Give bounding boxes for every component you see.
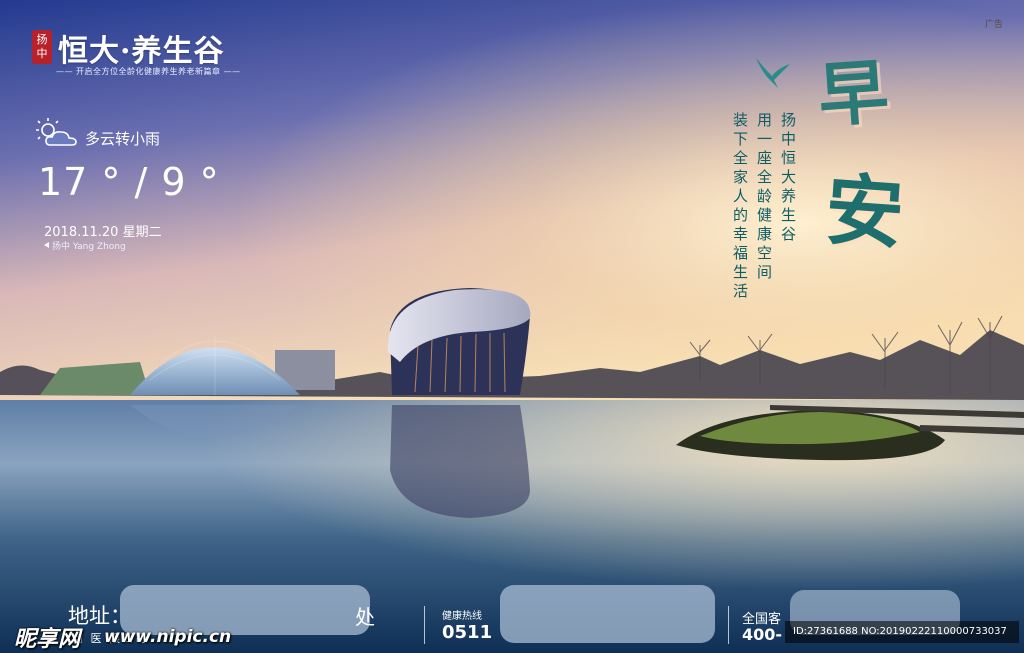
poem-line-1: 扬中恒大养生谷 [779,112,797,245]
greeting-char-morning: 早 [815,49,892,138]
hotline-label: 健康热线 [442,611,482,622]
national-service-number: 400- [742,625,783,644]
poem-line-2: 用一座全龄健康空间 [755,112,773,283]
location-arrow-icon [44,242,49,248]
ad-label: 广告 [985,20,1004,30]
footer-divider [728,606,729,644]
greeting-char-peace: 安 [822,164,907,261]
hotline-number: 0511 [442,622,493,643]
weather-condition: 多云转小雨 [85,130,161,148]
brand-name: 恒大·养生谷 [58,34,225,69]
watermark-id: ID:27361688 NO:20190222110000733037 [785,621,1019,643]
watermark-url: www.nipic.cn [104,627,232,647]
temperature-range: 17 ° / 9 ° [38,160,220,204]
poem-line-3: 装下全家人的幸福生活 [731,112,749,302]
location-label: 扬中 Yang Zhong [52,242,126,252]
brand-tagline: —— 开启全方位全龄化健康养生养老新篇章 —— [56,67,241,76]
brand-seal: 扬中 [32,30,52,64]
bird-icon [756,58,790,88]
partly-cloudy-icon [36,118,77,146]
footer-divider [424,606,425,644]
address-fragment: 处 [355,605,375,629]
date-weekday: 2018.11.20 星期二 [44,225,162,240]
watermark-logo: 昵享网 [14,627,81,652]
